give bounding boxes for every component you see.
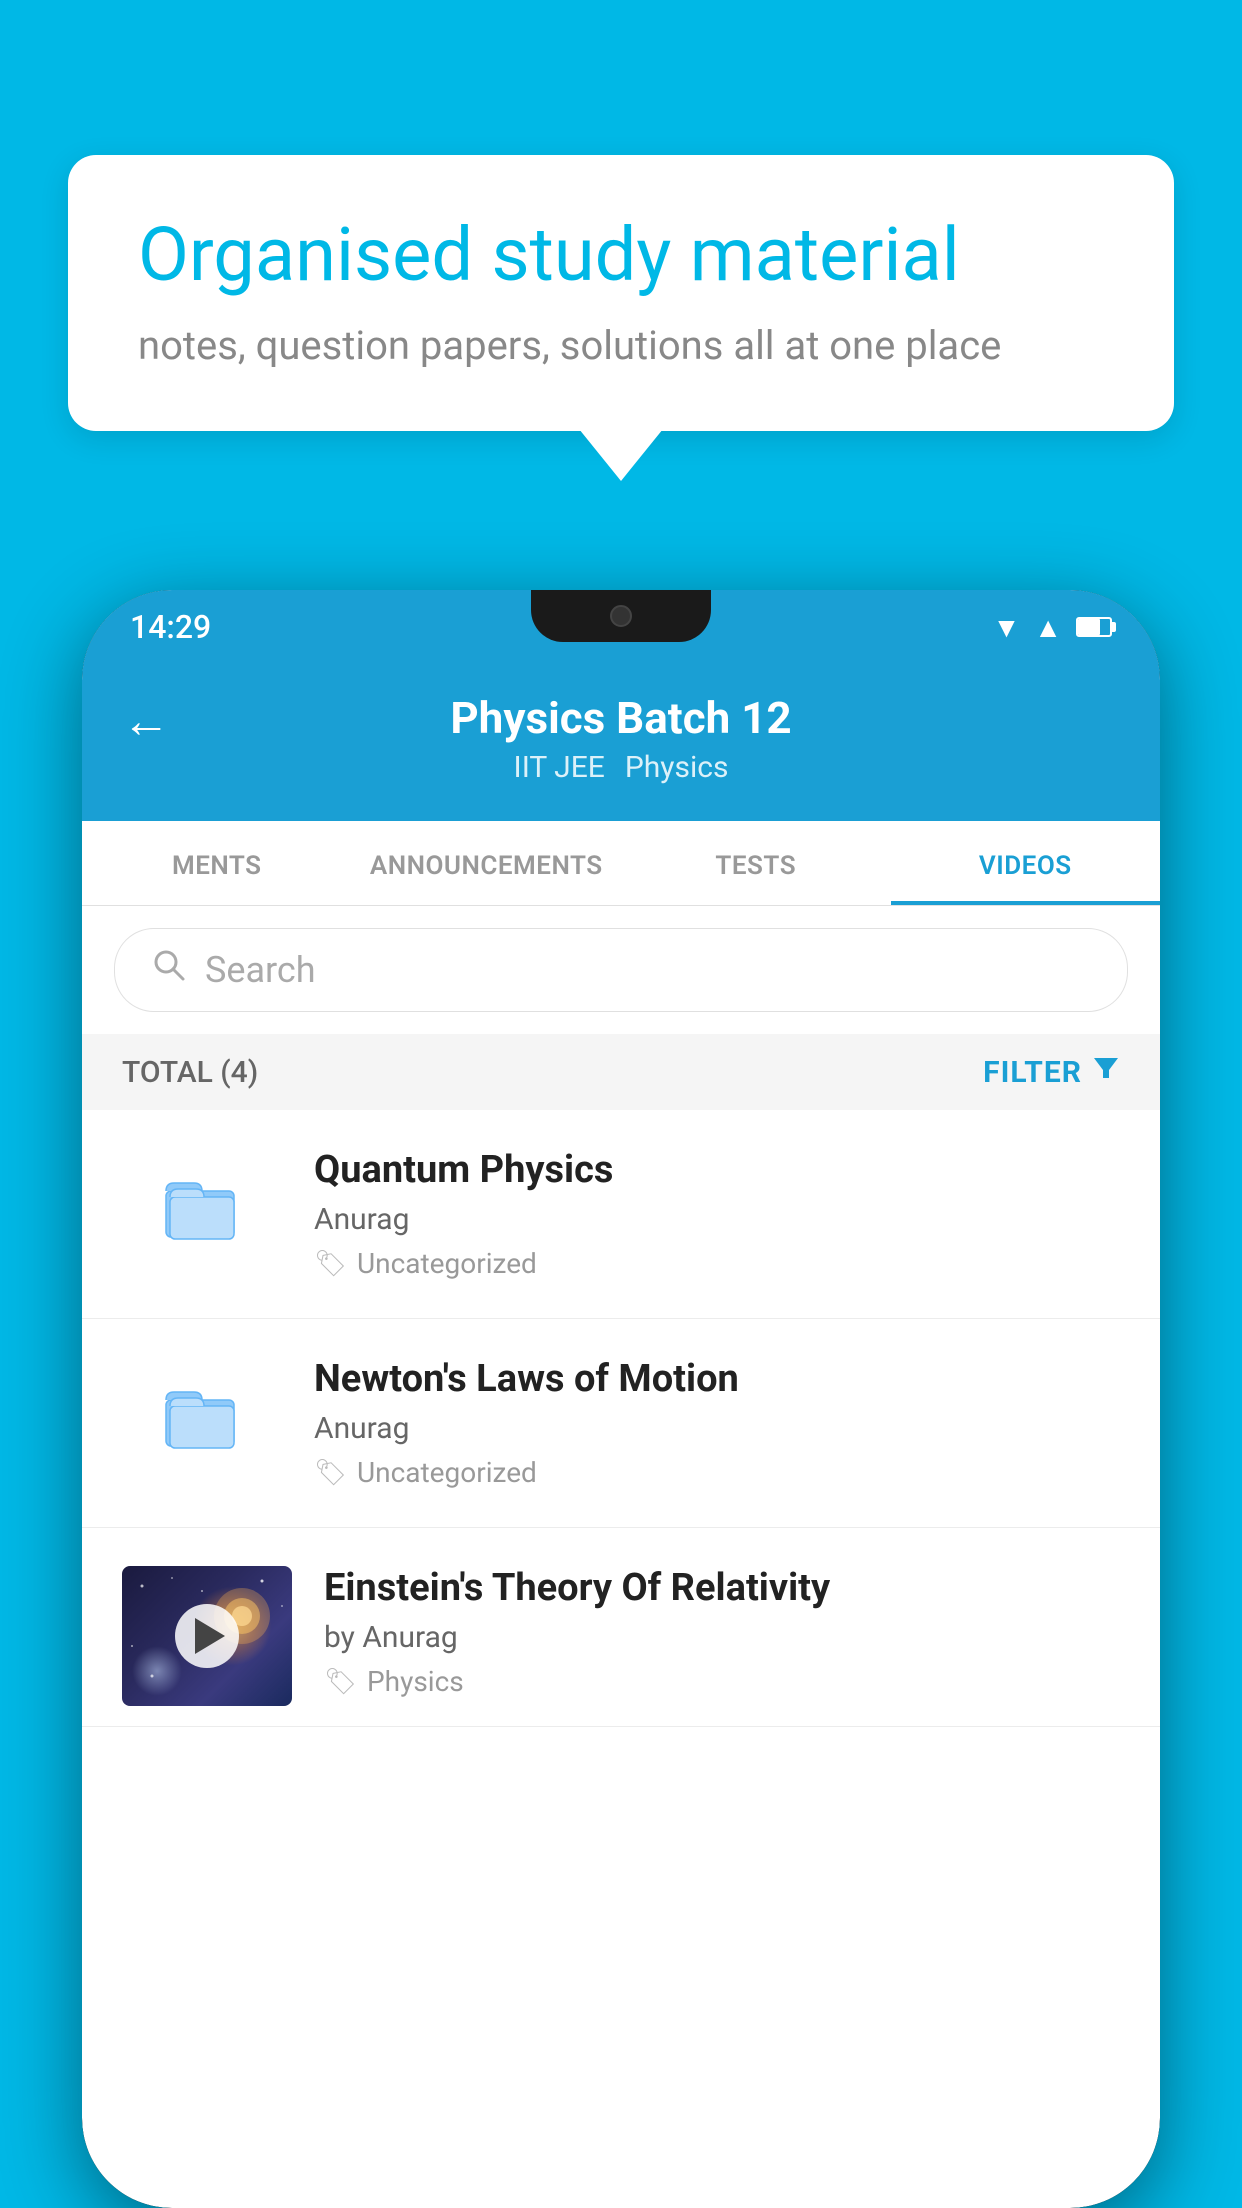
- video-tag: 🏷 Uncategorized: [314, 1247, 1120, 1280]
- search-icon: [151, 947, 187, 993]
- header-subtitle-iitjee: IIT JEE: [514, 750, 605, 785]
- status-bar: 14:29 ▼ ▲: [82, 590, 1160, 664]
- camera: [610, 605, 632, 627]
- battery-icon: [1076, 617, 1112, 637]
- tag-label: Physics: [367, 1665, 464, 1698]
- tab-ments[interactable]: MENTS: [82, 821, 352, 905]
- video-list: Quantum Physics Anurag 🏷 Uncategorized: [82, 1110, 1160, 1727]
- signal-icon: ▲: [1034, 611, 1062, 644]
- wifi-icon: ▼: [993, 611, 1021, 644]
- folder-icon: [157, 1372, 247, 1462]
- filter-button[interactable]: FILTER: [983, 1054, 1120, 1090]
- folder-icon: [157, 1163, 247, 1253]
- list-item[interactable]: Newton's Laws of Motion Anurag 🏷 Uncateg…: [82, 1319, 1160, 1528]
- status-icons: ▼ ▲: [993, 611, 1112, 644]
- status-time: 14:29: [130, 608, 211, 646]
- tabs-bar: MENTS ANNOUNCEMENTS TESTS VIDEOS: [82, 821, 1160, 906]
- video-title: Quantum Physics: [314, 1148, 1120, 1192]
- video-tag: 🏷 Physics: [324, 1665, 1120, 1698]
- filter-label: FILTER: [983, 1055, 1082, 1090]
- filter-bar: TOTAL (4) FILTER: [82, 1034, 1160, 1110]
- app-header: ← Physics Batch 12 IIT JEE Physics: [82, 664, 1160, 821]
- header-title: Physics Batch 12: [450, 692, 791, 744]
- search-bar[interactable]: Search: [114, 928, 1128, 1012]
- tab-tests[interactable]: TESTS: [621, 821, 891, 905]
- filter-icon: [1092, 1054, 1120, 1090]
- video-author: by Anurag: [324, 1620, 1120, 1655]
- header-subtitle: IIT JEE Physics: [514, 750, 729, 785]
- speech-bubble-arrow: [579, 429, 663, 481]
- header-subtitle-physics: Physics: [625, 750, 729, 785]
- play-icon: [195, 1618, 225, 1654]
- play-button[interactable]: [175, 1604, 239, 1668]
- tag-icon: 🏷: [324, 1667, 357, 1697]
- speech-bubble-title: Organised study material: [138, 213, 1104, 298]
- search-input[interactable]: Search: [205, 949, 316, 991]
- video-info-1: Quantum Physics Anurag 🏷 Uncategorized: [314, 1148, 1120, 1280]
- phone-frame: 14:29 ▼ ▲ ← Physics Batch 12 IIT JEE: [82, 590, 1160, 2208]
- video-title: Newton's Laws of Motion: [314, 1357, 1120, 1401]
- tag-label: Uncategorized: [357, 1456, 537, 1489]
- list-item[interactable]: Einstein's Theory Of Relativity by Anura…: [82, 1528, 1160, 1727]
- video-info-2: Newton's Laws of Motion Anurag 🏷 Uncateg…: [314, 1357, 1120, 1489]
- tag-icon: 🏷: [314, 1458, 347, 1488]
- speech-bubble-subtitle: notes, question papers, solutions all at…: [138, 322, 1104, 369]
- total-count-label: TOTAL (4): [122, 1055, 258, 1090]
- notch: [531, 590, 711, 642]
- speech-bubble-wrapper: Organised study material notes, question…: [68, 155, 1174, 481]
- video-tag: 🏷 Uncategorized: [314, 1456, 1120, 1489]
- video-thumbnail-3: [122, 1566, 292, 1706]
- folder-thumb-1: [122, 1148, 282, 1268]
- tab-announcements[interactable]: ANNOUNCEMENTS: [352, 821, 622, 905]
- speech-bubble-card: Organised study material notes, question…: [68, 155, 1174, 431]
- search-container: Search: [82, 906, 1160, 1034]
- folder-thumb-2: [122, 1357, 282, 1477]
- tag-label: Uncategorized: [357, 1247, 537, 1280]
- back-button[interactable]: ←: [122, 692, 170, 749]
- list-item[interactable]: Quantum Physics Anurag 🏷 Uncategorized: [82, 1110, 1160, 1319]
- tag-icon: 🏷: [314, 1249, 347, 1279]
- video-info-3: Einstein's Theory Of Relativity by Anura…: [324, 1566, 1120, 1698]
- tab-videos[interactable]: VIDEOS: [891, 821, 1161, 905]
- phone-screen: 14:29 ▼ ▲ ← Physics Batch 12 IIT JEE: [82, 590, 1160, 2208]
- video-title: Einstein's Theory Of Relativity: [324, 1566, 1120, 1610]
- video-author: Anurag: [314, 1202, 1120, 1237]
- video-author: Anurag: [314, 1411, 1120, 1446]
